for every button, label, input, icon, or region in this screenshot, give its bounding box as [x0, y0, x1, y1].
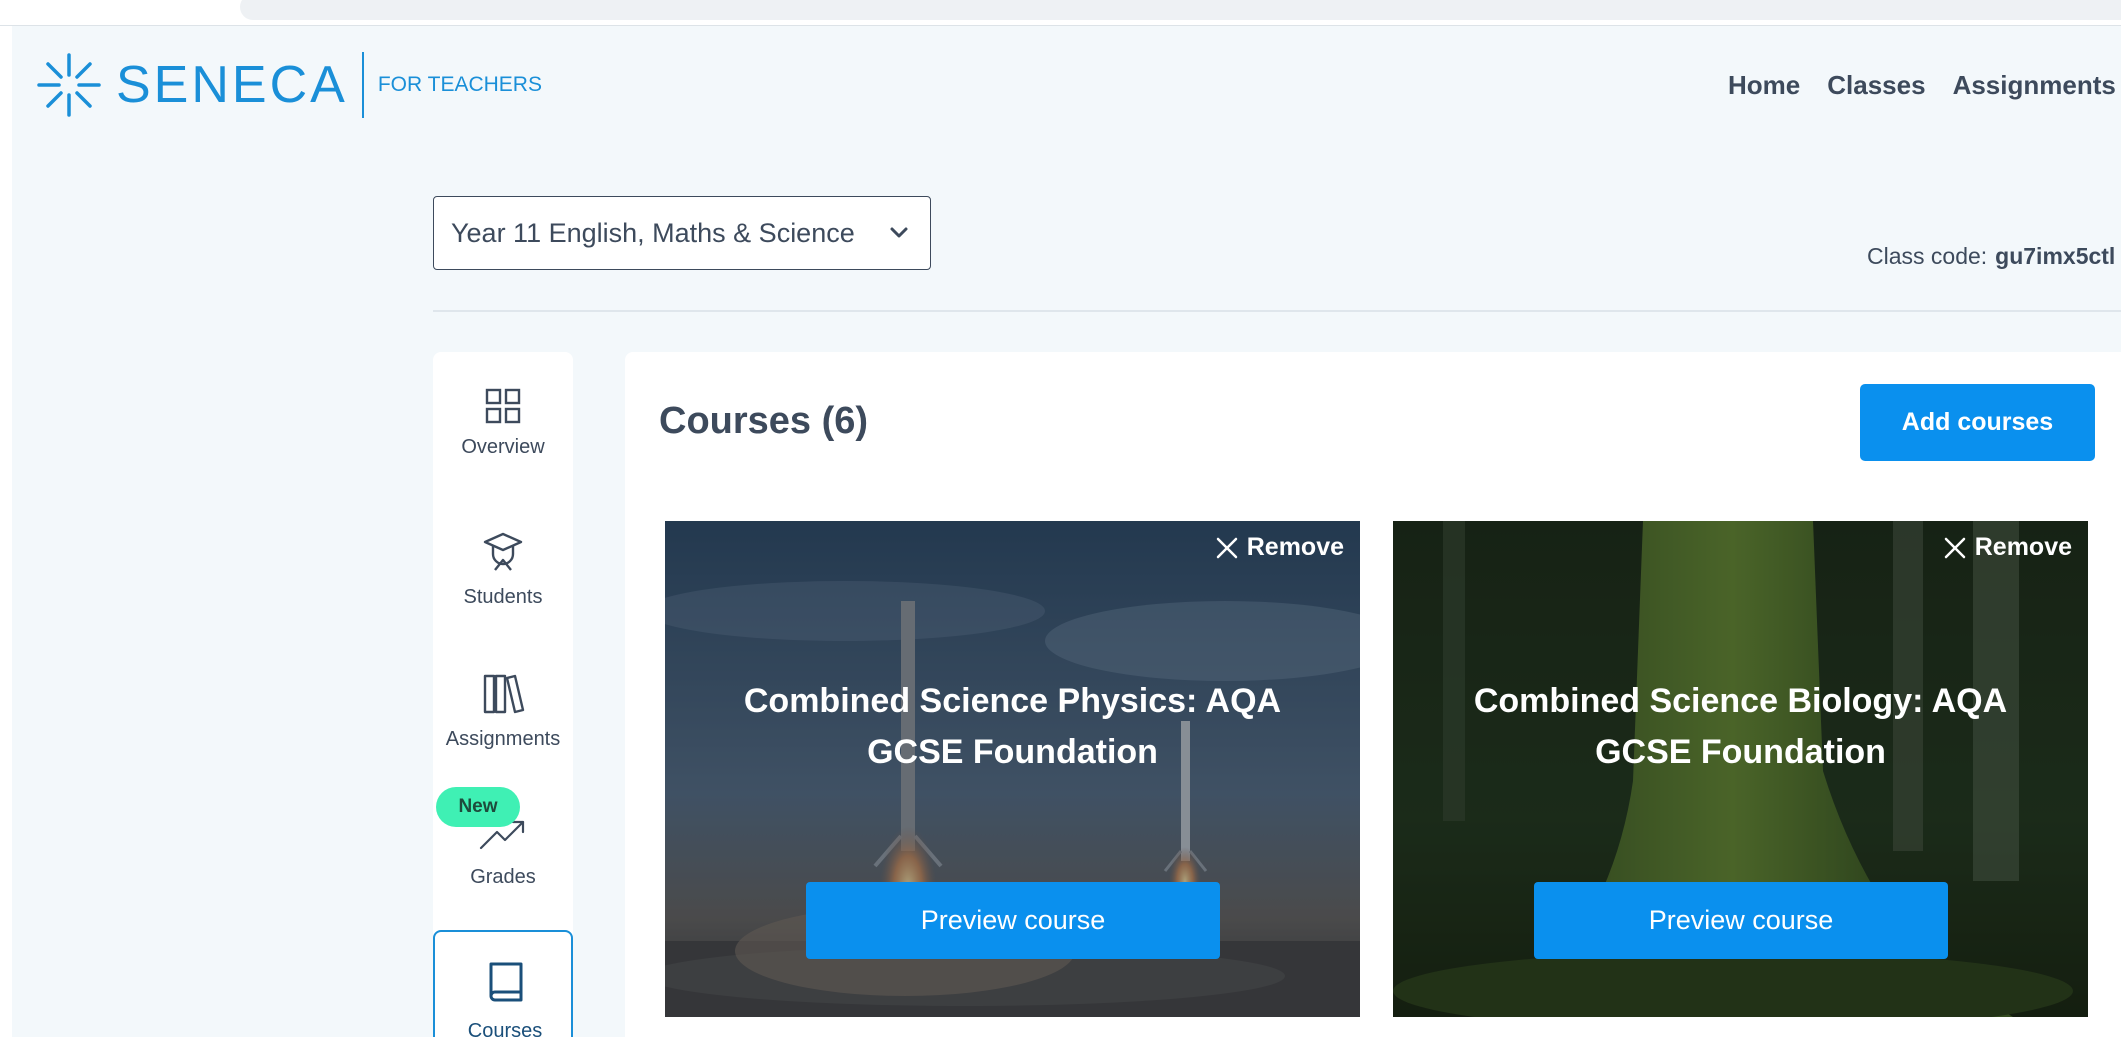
- sidebar-item-label: Overview: [461, 436, 545, 458]
- nav-classes[interactable]: Classes: [1827, 70, 1925, 101]
- book-icon: [489, 962, 523, 1002]
- class-code-value: gu7imx5ctl: [1995, 243, 2116, 269]
- brand-name: SENECA: [116, 56, 348, 114]
- sidebar-item-label: Grades: [470, 866, 536, 888]
- graduate-icon: [483, 532, 523, 571]
- class-selector[interactable]: Year 11 English, Maths & Science: [433, 196, 931, 270]
- class-sidebar: Overview Students Assignments Grades Cou…: [433, 352, 573, 1037]
- course-card[interactable]: Remove Combined Science Biology: AQA GCS…: [1393, 521, 2088, 1017]
- course-title-line1: Combined Science Biology: AQA: [1473, 682, 2008, 720]
- sidebar-item-students[interactable]: Students: [433, 530, 573, 609]
- page-title: Courses (6): [659, 400, 869, 442]
- nav-assignments[interactable]: Assignments: [1953, 70, 2116, 101]
- sidebar-item-overview[interactable]: Overview: [433, 388, 573, 459]
- new-badge: New: [436, 787, 520, 827]
- window-edge: [0, 26, 12, 1037]
- course-title: Combined Science Physics: AQA GCSE Found…: [705, 676, 1320, 778]
- sidebar-item-assignments[interactable]: Assignments: [433, 672, 573, 751]
- course-title: Combined Science Biology: AQA GCSE Found…: [1433, 676, 2048, 778]
- remove-course-button[interactable]: Remove: [1215, 533, 1344, 562]
- top-nav: Home Classes Assignments: [1728, 70, 2116, 101]
- remove-label: Remove: [1974, 533, 2072, 561]
- sidebar-item-courses[interactable]: Courses: [433, 930, 573, 1037]
- seneca-star-icon: [37, 53, 101, 117]
- course-title-line2: GCSE Foundation: [867, 733, 1158, 771]
- remove-course-button[interactable]: Remove: [1943, 533, 2072, 562]
- seneca-logo[interactable]: SENECA FOR TEACHERS: [34, 50, 542, 120]
- books-icon: [483, 674, 525, 714]
- preview-course-button[interactable]: Preview course: [806, 882, 1220, 959]
- nav-home[interactable]: Home: [1728, 70, 1800, 101]
- class-code: Class code: gu7imx5ctl: [1867, 243, 2115, 270]
- sidebar-item-label: Courses: [467, 1020, 543, 1037]
- brand-subtitle: FOR TEACHERS: [377, 73, 542, 96]
- close-icon: [1944, 537, 1965, 558]
- add-courses-button[interactable]: Add courses: [1860, 384, 2095, 461]
- address-bar[interactable]: [240, 0, 2121, 20]
- sidebar-item-label: Students: [463, 586, 543, 608]
- course-card[interactable]: Remove Combined Science Physics: AQA GCS…: [665, 521, 1360, 1017]
- logo-divider: [361, 52, 364, 118]
- chevron-down-icon: [890, 227, 908, 238]
- grid-icon: [485, 388, 521, 424]
- class-selector-value: Year 11 English, Maths & Science: [451, 217, 855, 248]
- close-icon: [1216, 537, 1237, 558]
- remove-label: Remove: [1246, 533, 1344, 561]
- divider: [433, 310, 2121, 312]
- browser-toolbar: [0, 0, 2121, 26]
- course-title-line1: Combined Science Physics: AQA: [743, 682, 1282, 720]
- course-title-line2: GCSE Foundation: [1595, 733, 1886, 771]
- preview-course-button[interactable]: Preview course: [1534, 882, 1948, 959]
- sidebar-item-label: Assignments: [445, 728, 561, 750]
- class-code-label: Class code:: [1867, 243, 1988, 269]
